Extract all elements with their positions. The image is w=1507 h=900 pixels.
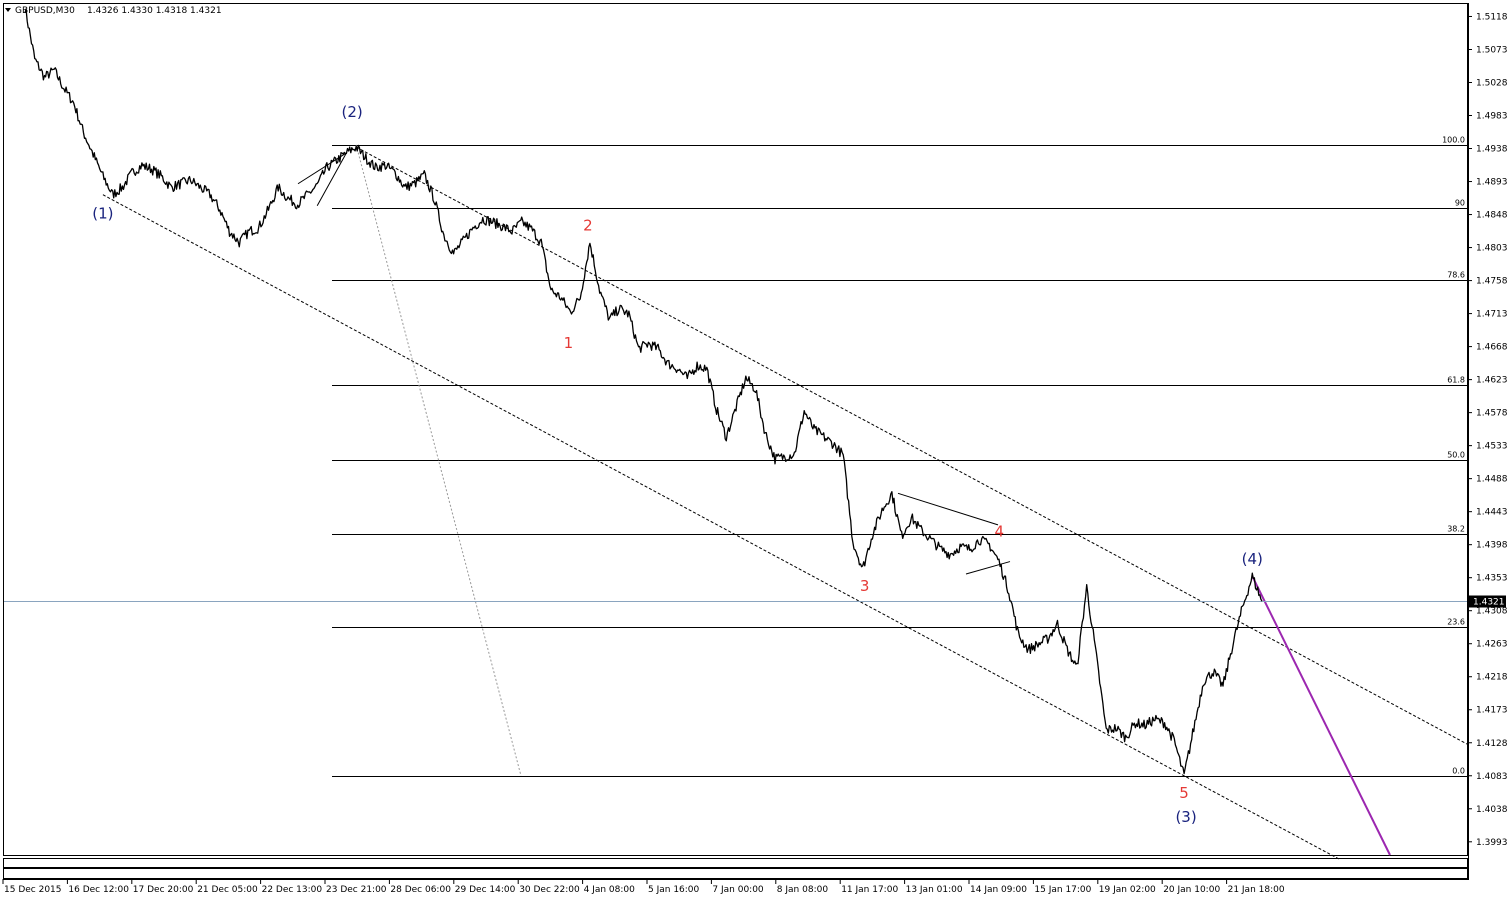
plot-area xyxy=(3,3,1468,856)
y-tick-label: 1.4263 xyxy=(1476,640,1507,650)
fib-level-label: 23.6 xyxy=(1447,618,1465,627)
y-tick-label: 1.4173 xyxy=(1476,706,1507,716)
wave-4-lower-line xyxy=(965,561,1011,575)
x-tick-label: 16 Dec 12:00 xyxy=(68,885,129,895)
x-tick-label: 4 Jan 08:00 xyxy=(584,885,636,895)
x-axis: 15 Dec 2015 16 Dec 12:00 17 Dec 20:00 21 De… xyxy=(2,879,1285,895)
x-tick-label: 29 Dec 14:00 xyxy=(455,885,516,895)
y-tick-label: 1.5073 xyxy=(1476,45,1507,55)
y-tick-label: 1.4848 xyxy=(1476,211,1507,221)
y-tick-label: 1.4353 xyxy=(1476,574,1507,584)
projection-line xyxy=(1251,575,1391,856)
y-tick-label: 1.4083 xyxy=(1476,772,1507,782)
fib-level-label: 50.0 xyxy=(1447,451,1465,460)
x-tick-label: 28 Dec 06:00 xyxy=(390,885,451,895)
x-tick-label: 30 Dec 22:00 xyxy=(519,885,580,895)
wave-label: (4) xyxy=(1242,550,1263,568)
symbol-label: GBPUSD,M30 xyxy=(15,6,75,16)
wave-label: 2 xyxy=(583,216,593,234)
x-tick-label: 14 Jan 09:00 xyxy=(970,885,1027,895)
fibonacci-retracement[interactable]: 100.0 90 78.6 61.8 50.0 38.2 23.6 0.0 xyxy=(332,136,1467,777)
dropdown-triangle-icon[interactable] xyxy=(5,8,11,12)
wave-labels: (1) (2) 1 2 3 4 5 (3) (4) xyxy=(92,103,1263,826)
x-tick-label: 17 Dec 20:00 xyxy=(133,885,194,895)
y-tick-label: 1.4983 xyxy=(1476,112,1507,122)
wave-label: 1 xyxy=(564,334,574,352)
y-axis: 1.5118 1.5073 1.5028 1.4983 1.4938 1.4893 1.48… xyxy=(1468,12,1507,848)
x-tick-label: 21 Jan 18:00 xyxy=(1228,885,1285,895)
wave-label: (3) xyxy=(1175,808,1196,826)
x-tick-label: 21 Dec 05:00 xyxy=(197,885,258,895)
channel-upper-line xyxy=(355,146,1468,745)
x-tick-label: 11 Jan 17:00 xyxy=(841,885,898,895)
x-tick-label: 15 Jan 17:00 xyxy=(1034,885,1091,895)
y-tick-label: 1.4623 xyxy=(1476,376,1507,386)
wave-label: (1) xyxy=(92,205,113,223)
y-tick-label: 1.4038 xyxy=(1476,805,1507,815)
y-tick-label: 1.4893 xyxy=(1476,178,1507,188)
current-price-text: 1.4321 xyxy=(1473,598,1505,608)
fib-level-label: 0.0 xyxy=(1452,767,1465,776)
x-tick-label: 20 Jan 10:00 xyxy=(1163,885,1220,895)
y-tick-label: 1.4938 xyxy=(1476,145,1507,155)
x-tick-label: 8 Jan 08:00 xyxy=(777,885,829,895)
y-tick-label: 1.4443 xyxy=(1476,508,1507,518)
price-chart[interactable]: 100.09078.661.850.038.223.60.0 (1)(2)123… xyxy=(0,0,1507,900)
y-tick-label: 1.3993 xyxy=(1476,838,1507,848)
wave-label: 5 xyxy=(1179,784,1189,802)
x-tick-label: 23 Dec 21:00 xyxy=(326,885,387,895)
channel-lower-line xyxy=(102,194,1341,861)
x-tick-label: 5 Jan 16:00 xyxy=(648,885,700,895)
y-tick-label: 1.4128 xyxy=(1476,739,1507,749)
y-tick-label: 1.4218 xyxy=(1476,673,1507,683)
y-tick-label: 1.4488 xyxy=(1476,475,1507,485)
y-tick-label: 1.4578 xyxy=(1476,409,1507,419)
wave-label: 3 xyxy=(860,577,870,595)
fib-level-label: 61.8 xyxy=(1447,376,1465,385)
x-tick-label: 22 Dec 13:00 xyxy=(262,885,323,895)
fib-level-label: 38.2 xyxy=(1447,525,1465,534)
y-tick-label: 1.4308 xyxy=(1476,607,1507,617)
y-tick-label: 1.5028 xyxy=(1476,78,1507,88)
fib-level-label: 78.6 xyxy=(1447,271,1465,280)
x-tick-label: 13 Jan 01:00 xyxy=(906,885,963,895)
price-series xyxy=(24,8,1263,775)
y-tick-label: 1.5118 xyxy=(1476,12,1507,22)
x-tick-label: 7 Jan 00:00 xyxy=(712,885,764,895)
y-tick-label: 1.4803 xyxy=(1476,244,1507,254)
trend-channel[interactable] xyxy=(4,146,1468,861)
wave-label: 4 xyxy=(995,523,1005,541)
wave-label: (2) xyxy=(342,103,363,121)
bottom-indicator-strip-2 xyxy=(3,868,1468,879)
y-tick-label: 1.4758 xyxy=(1476,277,1507,287)
fib-level-label: 90 xyxy=(1455,199,1465,208)
ohlc-label: 1.4326 1.4330 1.4318 1.4321 xyxy=(87,6,222,16)
bottom-indicator-strip xyxy=(3,858,1468,868)
x-tick-label: 15 Dec 2015 xyxy=(4,885,62,895)
x-tick-label: 19 Jan 02:00 xyxy=(1099,885,1156,895)
y-tick-label: 1.4668 xyxy=(1476,343,1507,353)
y-tick-label: 1.4533 xyxy=(1476,442,1507,452)
price-line xyxy=(24,8,1263,775)
fib-level-label: 100.0 xyxy=(1442,136,1465,145)
y-tick-label: 1.4713 xyxy=(1476,310,1507,320)
y-tick-label: 1.4398 xyxy=(1476,541,1507,551)
